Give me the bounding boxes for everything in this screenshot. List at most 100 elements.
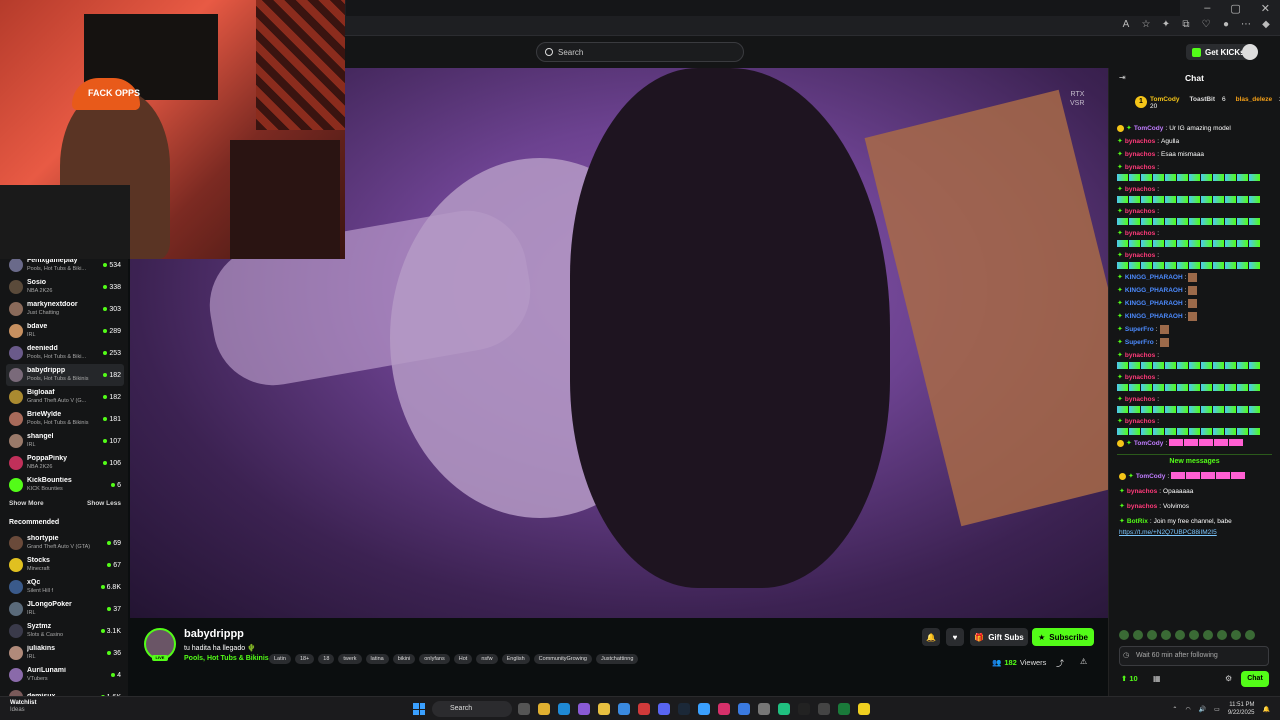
- sidebar-channel[interactable]: Syztmz Slots & Casino 3.1K: [6, 620, 124, 642]
- sidebar-channel[interactable]: AuriLunami VTubers 4: [6, 664, 124, 686]
- sidebar-channel[interactable]: xQc Silent Hill f 6.8K: [6, 576, 124, 598]
- chat-username[interactable]: bynachos: [1125, 395, 1155, 404]
- chat-username[interactable]: bynachos: [1125, 229, 1155, 238]
- follow-heart-button[interactable]: ♥: [946, 628, 964, 646]
- sidebar-channel[interactable]: babydrippp Pools, Hot Tubs & Bikinis 182: [6, 364, 124, 386]
- chat-username[interactable]: KINGG_PHARAOH: [1125, 299, 1183, 308]
- sidebar-channel[interactable]: JLongoPoker IRL 37: [6, 598, 124, 620]
- copilot-app-icon[interactable]: [578, 703, 590, 715]
- sidebar-channel[interactable]: markynextdoor Just Chatting 303: [6, 298, 124, 320]
- menu-dots-icon[interactable]: ⋯: [1240, 19, 1252, 31]
- app-icon[interactable]: [818, 703, 830, 715]
- stream-tag[interactable]: Latin: [269, 654, 291, 664]
- top-gifter[interactable]: ToastBit 6: [1190, 96, 1226, 122]
- discord-icon[interactable]: [658, 703, 670, 715]
- stream-tag[interactable]: Justchattinng: [595, 654, 639, 664]
- emote-icon[interactable]: [1119, 630, 1129, 640]
- steam-icon[interactable]: [678, 703, 690, 715]
- emote-icon[interactable]: [1189, 630, 1199, 640]
- sidebar-channel[interactable]: BrieWylde Pools, Hot Tubs & Bikinis 181: [6, 408, 124, 430]
- chat-username[interactable]: KINGG_PHARAOH: [1125, 273, 1183, 282]
- chat-username[interactable]: bynachos: [1127, 487, 1157, 496]
- emote-icon[interactable]: [1175, 630, 1185, 640]
- sidebar-channel[interactable]: deeniedd Pools, Hot Tubs & Biki... 253: [6, 342, 124, 364]
- volume-icon[interactable]: 🔊: [1199, 706, 1206, 713]
- sidebar-channel[interactable]: Sosio NBA 2K26 338: [6, 276, 124, 298]
- chat-settings-icon[interactable]: ⚙: [1225, 674, 1232, 683]
- report-icon[interactable]: ⚠: [1080, 657, 1087, 666]
- emote-icon[interactable]: [1161, 630, 1171, 640]
- app-icon[interactable]: [838, 703, 850, 715]
- taskbar-search[interactable]: Search: [432, 701, 512, 717]
- gift-kicks-icon[interactable]: ▦: [1153, 674, 1161, 683]
- chat-username[interactable]: TomCody: [1136, 472, 1166, 481]
- chat-username[interactable]: bynachos: [1125, 351, 1155, 360]
- battery-icon[interactable]: ▭: [1214, 706, 1220, 713]
- sidebar-channel[interactable]: bdave IRL 289: [6, 320, 124, 342]
- app-icon[interactable]: [638, 703, 650, 715]
- get-kicks-button[interactable]: Get KICKs: [1186, 44, 1251, 60]
- translate-icon[interactable]: A: [1120, 19, 1132, 31]
- chatgpt-icon[interactable]: [758, 703, 770, 715]
- stream-tag[interactable]: 18+: [294, 654, 315, 664]
- maximize-icon[interactable]: ▢: [1230, 2, 1240, 15]
- tray-chevron-icon[interactable]: ⌃: [1172, 706, 1177, 713]
- emote-icon[interactable]: [1245, 630, 1255, 640]
- new-messages-divider[interactable]: New messages: [1117, 454, 1272, 465]
- notifications-icon[interactable]: 🔔: [1263, 706, 1270, 713]
- system-clock[interactable]: 11:51 PM 9/22/2025: [1228, 701, 1255, 717]
- chat-username[interactable]: BotRix: [1127, 517, 1148, 526]
- chat-send-button[interactable]: Chat: [1241, 671, 1269, 687]
- show-less-button[interactable]: Show Less: [87, 500, 121, 507]
- emote-icon[interactable]: [1231, 630, 1241, 640]
- sticky-notes-icon[interactable]: [858, 703, 870, 715]
- chat-username[interactable]: bynachos: [1125, 251, 1155, 260]
- sidebar-channel[interactable]: Stocks Minecraft 67: [6, 554, 124, 576]
- chat-username[interactable]: SuperFro: [1125, 325, 1154, 334]
- chat-username[interactable]: KINGG_PHARAOH: [1125, 312, 1183, 321]
- close-icon[interactable]: ✕: [1261, 2, 1270, 15]
- stream-tag[interactable]: Hot: [453, 654, 473, 664]
- chat-username[interactable]: bynachos: [1125, 207, 1155, 216]
- search-input[interactable]: Search: [536, 42, 744, 62]
- chat-input[interactable]: Wait 60 min after following: [1119, 646, 1269, 666]
- streamer-name[interactable]: babydrippp: [184, 628, 244, 640]
- stream-tag[interactable]: onlyfans: [419, 654, 450, 664]
- top-gifter[interactable]: 1 TomCody 20: [1135, 96, 1180, 122]
- stream-category[interactable]: Pools, Hot Tubs & Bikinis: [184, 655, 269, 662]
- watchlist-widget[interactable]: Watchlist Ideas: [10, 700, 36, 714]
- sidebar-channel[interactable]: shortypie Grand Theft Auto V (GTA) 69: [6, 532, 124, 554]
- sidebar-channel[interactable]: Bigloaaf Grand Theft Auto V (G... 182: [6, 386, 124, 408]
- stream-tag[interactable]: 18: [318, 654, 335, 664]
- extensions-icon[interactable]: ✦: [1160, 19, 1172, 31]
- tiktok-icon[interactable]: [798, 703, 810, 715]
- show-more-button[interactable]: Show More: [9, 500, 44, 507]
- chat-username[interactable]: bynachos: [1125, 185, 1155, 194]
- stream-tag[interactable]: CommunityGrowing: [533, 654, 592, 664]
- app-icon[interactable]: [738, 703, 750, 715]
- emote-icon[interactable]: [1203, 630, 1213, 640]
- emote-icon[interactable]: [1217, 630, 1227, 640]
- instagram-icon[interactable]: [718, 703, 730, 715]
- folder-icon[interactable]: [598, 703, 610, 715]
- chat-username[interactable]: bynachos: [1125, 163, 1155, 172]
- chat-username[interactable]: bynachos: [1125, 150, 1155, 159]
- app-icon[interactable]: [698, 703, 710, 715]
- task-view-icon[interactable]: [518, 703, 530, 715]
- wifi-icon[interactable]: ◠: [1185, 706, 1190, 713]
- sidebar-channel[interactable]: PoppaPinky NBA 2K26 106: [6, 452, 124, 474]
- gift-subs-button[interactable]: 🎁 Gift Subs: [970, 628, 1028, 646]
- stream-tag[interactable]: nsfw: [476, 654, 498, 664]
- stream-tag[interactable]: bikini: [392, 654, 416, 664]
- sidebar-channel[interactable]: shangel IRL 107: [6, 430, 124, 452]
- edge-icon[interactable]: [558, 703, 570, 715]
- chat-username[interactable]: bynachos: [1125, 417, 1155, 426]
- chat-username[interactable]: bynachos: [1125, 373, 1155, 382]
- copilot-icon[interactable]: ◆: [1260, 19, 1272, 31]
- user-avatar[interactable]: [1242, 44, 1258, 60]
- share-icon[interactable]: ⤴: [1056, 658, 1064, 669]
- favorites-icon[interactable]: ♡: [1200, 19, 1212, 31]
- minimize-icon[interactable]: –: [1204, 2, 1210, 15]
- emote-icon[interactable]: [1147, 630, 1157, 640]
- chat-username[interactable]: bynachos: [1127, 502, 1157, 511]
